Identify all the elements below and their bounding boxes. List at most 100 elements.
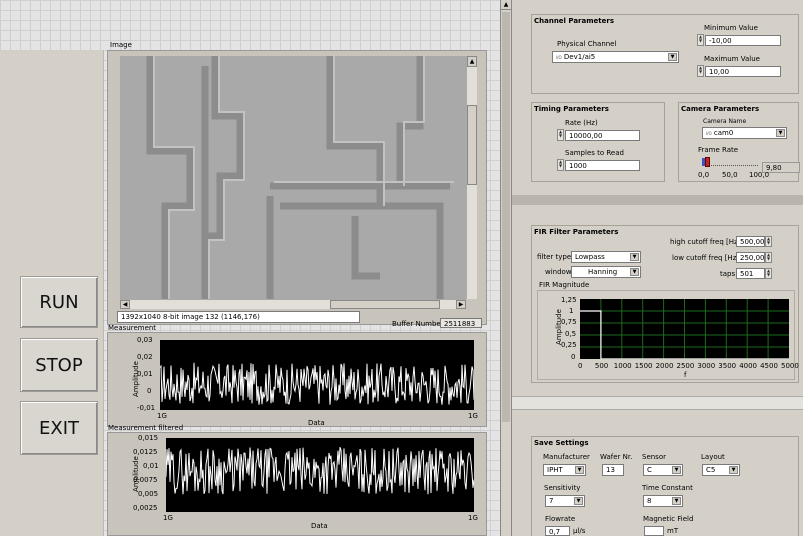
splitter-thumb[interactable]	[502, 12, 510, 422]
fir-ytick: 1,25	[561, 296, 577, 304]
fir-ylabel: Amplitude	[554, 309, 563, 345]
magnetic-field-label: Magnetic Field	[643, 515, 694, 523]
physical-channel-label: Physical Channel	[557, 40, 617, 48]
right-divider-mid	[512, 396, 803, 410]
fir-ytick: 0,5	[565, 330, 577, 338]
filter-type-select[interactable]: Lowpass ▼	[571, 251, 641, 263]
fir-magnitude-plot[interactable]	[580, 299, 789, 359]
layout-field[interactable]: C5 ▼	[702, 464, 740, 476]
measurement-ytick: 0	[147, 387, 152, 395]
layout-label: Layout	[701, 453, 725, 461]
measurement-filtered-ytick: 0,015	[138, 434, 159, 442]
fir-ytick: 0,25	[561, 341, 577, 349]
frame-rate-tick: 0,0	[698, 171, 710, 179]
fir-ytick: 0	[571, 353, 576, 361]
wafer-nr-field[interactable]: 13	[602, 464, 624, 476]
physical-channel-select[interactable]: I/O Dev1/ai5 ▼	[552, 51, 679, 63]
right-divider-top	[512, 195, 803, 205]
fir-xtick: 1500	[634, 362, 653, 370]
fir-xtick: 500	[594, 362, 609, 370]
save-settings-title: Save Settings	[534, 439, 589, 447]
measurement-xtick-start: 1G	[157, 412, 167, 420]
splitter-up-icon[interactable]: ▲	[501, 0, 511, 10]
samples-spinner[interactable]: ▲ ▼	[557, 159, 564, 171]
stop-button[interactable]: STOP	[20, 338, 98, 392]
taps-field[interactable]: 501	[736, 268, 765, 279]
camera-name-select[interactable]: I/O cam0 ▼	[702, 127, 787, 139]
chevron-down-icon[interactable]: ▼	[729, 466, 738, 474]
fir-xtick: 3000	[697, 362, 716, 370]
measurement-filtered-ylabel: Amplitude	[131, 456, 140, 492]
image-status-text: 1392x1040 8-bit image 132 (1146,176)	[117, 311, 360, 323]
manufacturer-label: Manufacturer	[543, 453, 590, 461]
measurement-filtered-ytick: 0,005	[138, 490, 159, 498]
fir-xtick: 4500	[760, 362, 778, 370]
fir-xtick: 3500	[718, 362, 737, 370]
fir-xtick: 4000	[739, 362, 758, 370]
scroll-up-icon[interactable]: ▲	[467, 56, 477, 67]
measurement-filtered-xtick-end: 1G	[468, 514, 478, 522]
fir-xtick: 5000	[781, 362, 799, 370]
measurement-plot[interactable]	[159, 340, 475, 410]
chevron-down-icon[interactable]: ▼	[672, 466, 681, 474]
measurement-filtered-plot[interactable]	[165, 438, 475, 512]
fir-magnitude-title: FIR Magnitude	[539, 281, 590, 289]
channel-parameters-title: Channel Parameters	[534, 17, 614, 25]
sensor-field[interactable]: C ▼	[643, 464, 683, 476]
rate-label: Rate (Hz)	[565, 119, 598, 127]
time-constant-field[interactable]: 8 ▼	[643, 495, 683, 507]
chevron-down-icon[interactable]: ▼	[672, 497, 681, 505]
chevron-down-icon[interactable]: ▼	[630, 253, 639, 261]
chevron-down-icon[interactable]: ▼	[668, 53, 677, 61]
scroll-right-icon[interactable]: ▶	[456, 300, 466, 309]
time-constant-label: Time Constant	[642, 484, 693, 492]
taps-spinner[interactable]: ▲ ▼	[765, 268, 772, 279]
scroll-left-icon[interactable]: ◀	[120, 300, 130, 309]
fir-xlabel: f	[684, 371, 687, 379]
maximum-value-field[interactable]: 10,00	[705, 66, 781, 77]
low-cutoff-field[interactable]: 250,00	[736, 252, 765, 263]
image-horizontal-scrollbar[interactable]: ◀ ▶	[120, 299, 466, 309]
filter-type-label: filter type	[537, 253, 572, 261]
scroll-thumb[interactable]	[467, 105, 477, 185]
manufacturer-field[interactable]: IPHT ▼	[543, 464, 586, 476]
microscope-image	[120, 56, 466, 299]
high-cutoff-spinner[interactable]: ▲ ▼	[765, 236, 772, 247]
run-button[interactable]: RUN	[20, 276, 98, 328]
image-vertical-scrollbar[interactable]: ▲	[466, 56, 477, 299]
sensitivity-field[interactable]: 7 ▼	[545, 495, 585, 507]
low-cutoff-spinner[interactable]: ▲ ▼	[765, 252, 772, 263]
chevron-down-icon[interactable]: ▼	[630, 268, 639, 276]
measurement-filtered-xlabel: Data	[311, 522, 328, 530]
camera-image[interactable]	[120, 56, 466, 299]
exit-button[interactable]: EXIT	[20, 401, 98, 455]
main-splitter-scrollbar[interactable]: ▲	[500, 0, 512, 536]
high-cutoff-field[interactable]: 500,00	[736, 236, 765, 247]
minimum-value-spinner[interactable]: ▲ ▼	[697, 34, 704, 46]
measurement-filtered-ytick: 0,01	[143, 462, 159, 470]
chevron-down-icon[interactable]: ▼	[574, 497, 583, 505]
fir-xtick: 0	[578, 362, 583, 370]
rate-spinner[interactable]: ▲ ▼	[557, 129, 564, 141]
maximum-value-spinner[interactable]: ▲ ▼	[697, 65, 704, 77]
fir-xtick: 2500	[676, 362, 695, 370]
minimum-value-field[interactable]: -10,00	[705, 35, 781, 46]
window-label: window	[545, 268, 572, 276]
rate-field[interactable]: 10000,00	[565, 130, 640, 141]
samples-to-read-field[interactable]: 1000	[565, 160, 640, 171]
maximum-value-label: Maximum Value	[704, 55, 760, 63]
series-line	[165, 446, 475, 495]
scroll-h-thumb[interactable]	[330, 300, 440, 309]
frame-rate-tick: 100,0	[749, 171, 770, 179]
chevron-down-icon[interactable]: ▼	[776, 129, 785, 137]
chevron-down-icon[interactable]: ▼	[575, 466, 584, 474]
flowrate-field[interactable]: 0,7	[545, 526, 570, 536]
magnetic-field-field[interactable]	[644, 526, 664, 536]
frame-rate-slider[interactable]	[702, 157, 758, 169]
timing-parameters-title: Timing Parameters	[534, 105, 609, 113]
window-select[interactable]: Hanning ▼	[571, 266, 641, 278]
measurement-xlabel: Data	[308, 419, 325, 427]
slider-thumb[interactable]	[705, 157, 711, 167]
buffer-number-label: Buffer Number	[392, 320, 444, 328]
high-cutoff-label: high cutoff freq [Hz]	[670, 238, 741, 246]
